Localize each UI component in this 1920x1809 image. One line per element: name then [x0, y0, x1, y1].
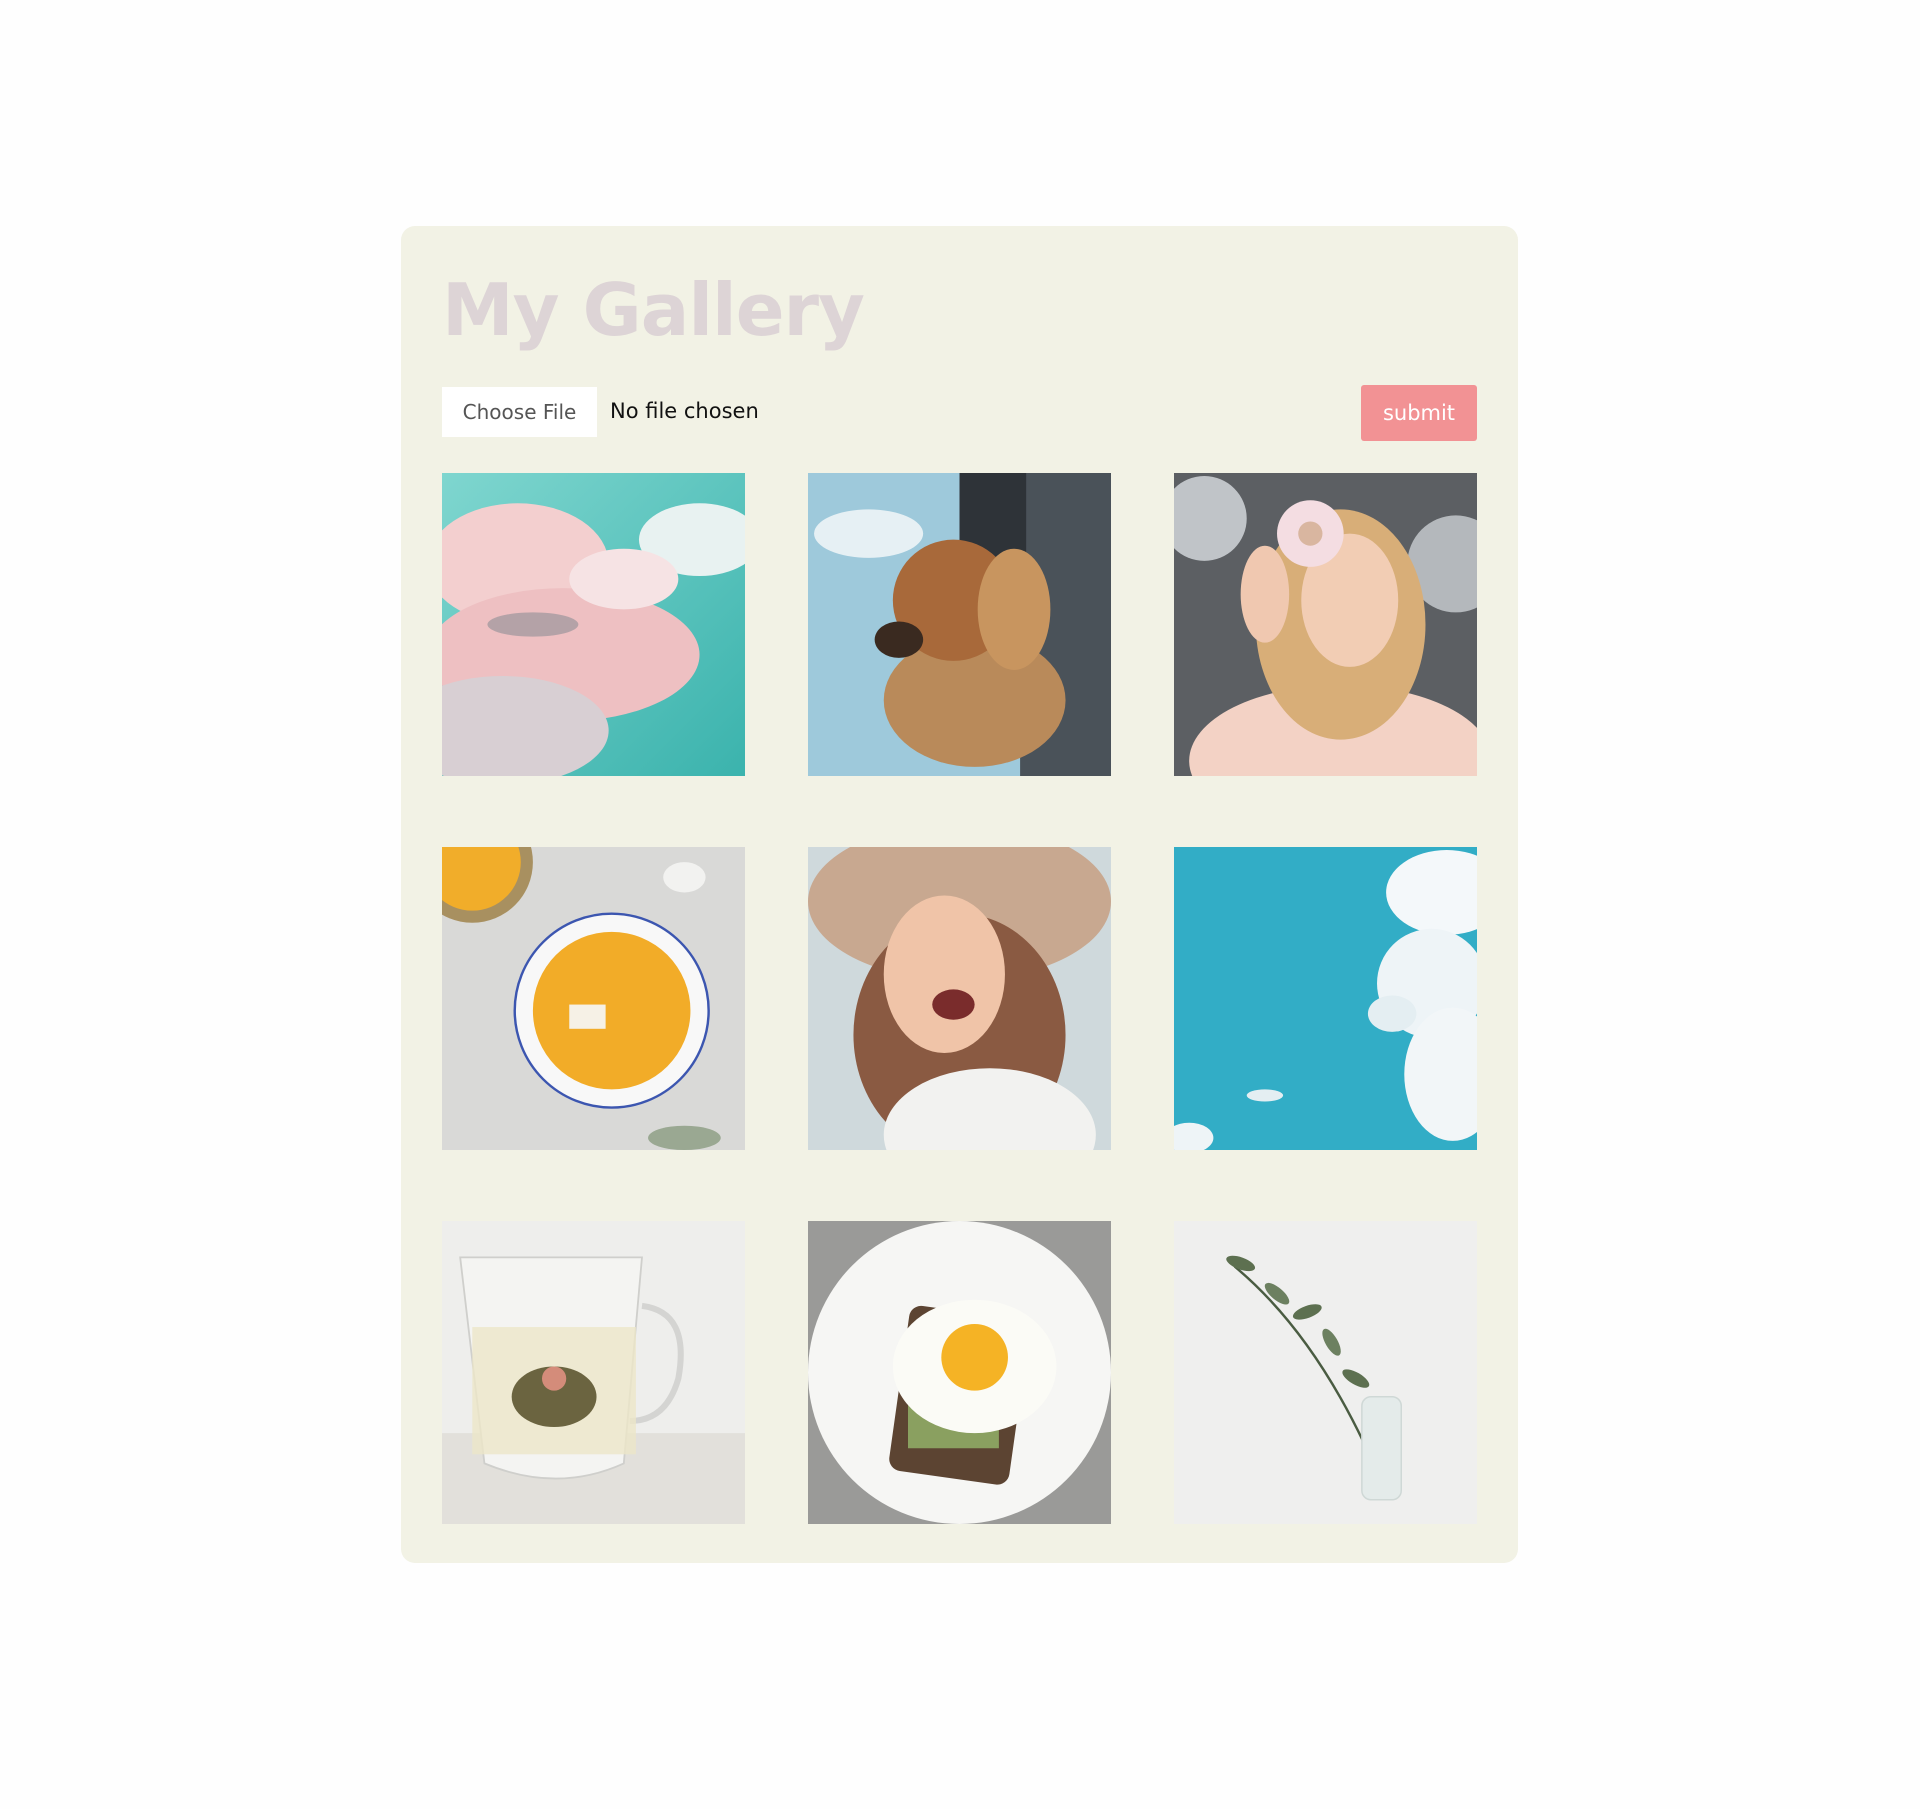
page-title: My Gallery: [442, 268, 865, 352]
pumpkin-soup-image[interactable]: [442, 847, 745, 1150]
image-grid: [442, 473, 1477, 1524]
flower-tea-cup-image[interactable]: [442, 1221, 745, 1524]
choose-file-button[interactable]: Choose File: [442, 387, 597, 437]
dog-in-car-window-image[interactable]: [808, 473, 1111, 776]
egg-avocado-toast-image[interactable]: [808, 1221, 1111, 1524]
woman-with-donut-image[interactable]: [1174, 473, 1477, 776]
eucalyptus-vase-image[interactable]: [1174, 1221, 1477, 1524]
gallery-card: My Gallery Choose File No file chosen su…: [401, 226, 1518, 1563]
cloudy-sky-image[interactable]: [442, 473, 745, 776]
file-status-text: No file chosen: [610, 399, 759, 423]
submit-button[interactable]: submit: [1361, 385, 1477, 441]
laughing-woman-in-hat-image[interactable]: [808, 847, 1111, 1150]
blue-sky-clouds-image[interactable]: [1174, 847, 1477, 1150]
upload-form: Choose File No file chosen submit: [442, 385, 1477, 441]
